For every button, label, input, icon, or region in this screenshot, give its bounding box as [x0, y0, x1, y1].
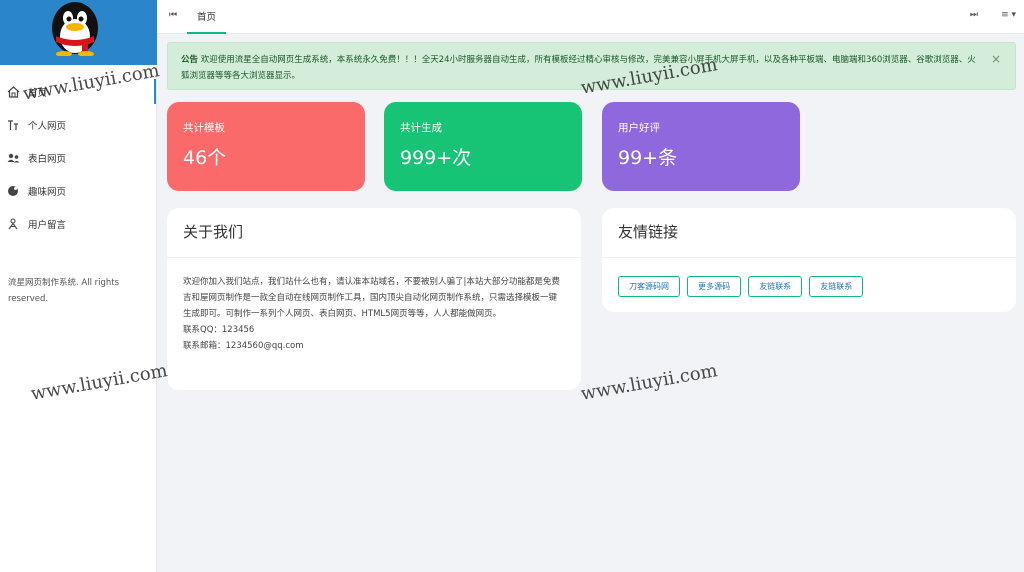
links-title: 友情链接 [602, 208, 1016, 258]
notice-text: 欢迎使用流星全自动网页生成系统，本系统永久免费！！！全天24小时服务器自动生成，… [181, 55, 976, 81]
tab-next-icon[interactable]: ⏭ [970, 10, 978, 20]
sidebar-item-label: 首页 [28, 87, 48, 99]
top-bar: ⏮ 首页 ⏭ ≡ ▾ [157, 0, 1024, 34]
stat-label: 共计生成 [400, 122, 442, 134]
sidebar-item-label: 用户留言 [28, 219, 67, 231]
contact-email: 联系邮箱：1234560@qq.com [183, 341, 304, 351]
penguin-logo-icon [52, 2, 98, 56]
notice-alert: 公告 欢迎使用流星全自动网页生成系统，本系统永久免费！！！全天24小时服务器自动… [167, 42, 1016, 90]
about-body: 欢迎你加入我们站点，我们站什么也有，请认准本站域名，不要被别人骗了|本站大部分功… [167, 258, 581, 370]
notice-label: 公告 [181, 55, 199, 65]
friend-link-button[interactable]: 更多源码 [687, 276, 742, 297]
stat-card-reviews: 用户好评 99+条 [602, 102, 800, 191]
tab-home-label: 首页 [197, 12, 217, 23]
about-title: 关于我们 [167, 208, 581, 258]
close-icon[interactable]: × [991, 51, 1001, 67]
person-page-icon [6, 118, 20, 132]
sidebar-item-fun[interactable]: 趣味网页 [0, 174, 156, 207]
sidebar-item-personal[interactable]: 个人网页 [0, 108, 156, 141]
fun-icon [6, 184, 20, 198]
stat-value: 99+条 [618, 147, 678, 169]
tab-home[interactable]: 首页 [187, 0, 227, 34]
friend-link-button[interactable]: 友链联系 [748, 276, 803, 297]
watermark: www.liuyii.com [579, 360, 720, 405]
sidebar: 首页 个人网页 表白网页 趣味网页 用户留言 流星网页制作系统. All rig… [0, 0, 157, 572]
sidebar-item-messages[interactable]: 用户留言 [0, 207, 156, 240]
stat-label: 用户好评 [618, 122, 660, 134]
friend-link-button[interactable]: 友链联系 [809, 276, 864, 297]
friend-link-button[interactable]: 刀客源码网 [618, 276, 680, 297]
contact-qq: 联系QQ：123456 [183, 325, 255, 335]
about-panel: 关于我们 欢迎你加入我们站点，我们站什么也有，请认准本站域名，不要被别人骗了|本… [167, 208, 581, 390]
message-icon [6, 217, 20, 231]
sidebar-item-home[interactable]: 首页 [0, 75, 156, 108]
tab-prev-icon[interactable]: ⏮ [169, 10, 177, 20]
menu-dropdown-icon[interactable]: ≡ ▾ [1001, 10, 1016, 20]
copyright-text: 流星网页制作系统. All rights reserved. [8, 278, 120, 304]
logo [0, 0, 157, 65]
sidebar-item-label: 趣味网页 [28, 186, 67, 198]
sidebar-item-label: 个人网页 [28, 120, 67, 132]
sidebar-item-label: 表白网页 [28, 153, 67, 165]
sidebar-item-confession[interactable]: 表白网页 [0, 141, 156, 174]
users-icon [6, 151, 20, 165]
stat-card-generated: 共计生成 999+次 [384, 102, 582, 191]
stat-value: 46个 [183, 147, 227, 169]
home-icon [6, 85, 20, 99]
about-text: 欢迎你加入我们站点，我们站什么也有，请认准本站域名，不要被别人骗了|本站大部分功… [183, 277, 560, 319]
stat-card-templates: 共计模板 46个 [167, 102, 365, 191]
stat-value: 999+次 [400, 147, 472, 169]
sidebar-nav: 首页 个人网页 表白网页 趣味网页 用户留言 [0, 75, 156, 240]
links-list: 刀客源码网 更多源码 友链联系 友链联系 [602, 258, 1016, 313]
links-panel: 友情链接 刀客源码网 更多源码 友链联系 友链联系 [602, 208, 1016, 312]
stat-label: 共计模板 [183, 122, 225, 134]
